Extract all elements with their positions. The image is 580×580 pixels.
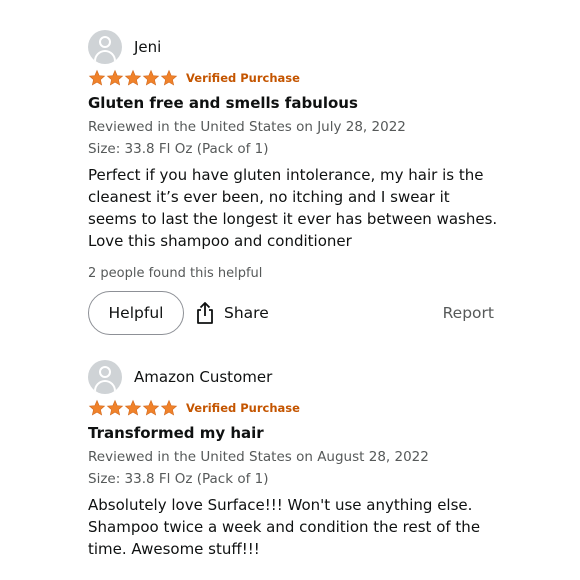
star-icon xyxy=(124,399,142,416)
verified-purchase-badge: Verified Purchase xyxy=(186,71,300,85)
user-avatar-icon xyxy=(88,360,122,394)
reviewer-profile[interactable]: Jeni xyxy=(88,30,508,64)
star-icon xyxy=(160,69,178,86)
reviewer-name[interactable]: Jeni xyxy=(134,38,161,56)
star-icon xyxy=(88,399,106,416)
product-size[interactable]: Size: 33.8 Fl Oz (Pack of 1) xyxy=(88,138,508,160)
share-icon xyxy=(197,302,213,324)
star-icon xyxy=(88,69,106,86)
user-avatar-icon xyxy=(88,30,122,64)
review-title[interactable]: Gluten free and smells fabulous xyxy=(88,94,508,112)
rating-row: Verified Purchase xyxy=(88,398,508,418)
helpful-count: 2 people found this helpful xyxy=(88,266,263,281)
review-card: Amazon Customer Verified Purchase Transf… xyxy=(88,360,508,560)
star-icon xyxy=(124,69,142,86)
review-title[interactable]: Transformed my hair xyxy=(88,424,508,442)
star-rating[interactable] xyxy=(88,69,178,87)
review-body: Absolutely love Surface!!! Won't use any… xyxy=(88,496,481,558)
share-button[interactable]: Share xyxy=(194,291,269,335)
star-rating[interactable] xyxy=(88,399,178,417)
helpful-button[interactable]: Helpful xyxy=(88,291,184,335)
product-size[interactable]: Size: 33.8 Fl Oz (Pack of 1) xyxy=(88,468,508,490)
star-icon xyxy=(142,399,160,416)
star-icon xyxy=(160,399,178,416)
reviewer-name[interactable]: Amazon Customer xyxy=(134,368,272,386)
review-body: Perfect if you have gluten intolerance, … xyxy=(88,166,498,250)
rating-row: Verified Purchase xyxy=(88,68,508,88)
star-icon xyxy=(106,69,124,86)
star-icon xyxy=(106,399,124,416)
reviewer-profile[interactable]: Amazon Customer xyxy=(88,360,508,394)
review-date: Reviewed in the United States on July 28… xyxy=(88,119,406,135)
review-actions: Helpful Share Report xyxy=(88,291,508,337)
review-card: Jeni Verified Purchase Gluten free and s… xyxy=(88,30,508,337)
star-icon xyxy=(142,69,160,86)
verified-purchase-badge: Verified Purchase xyxy=(186,401,300,415)
report-link[interactable]: Report xyxy=(443,291,494,335)
share-label: Share xyxy=(224,304,269,322)
review-date: Reviewed in the United States on August … xyxy=(88,449,429,465)
